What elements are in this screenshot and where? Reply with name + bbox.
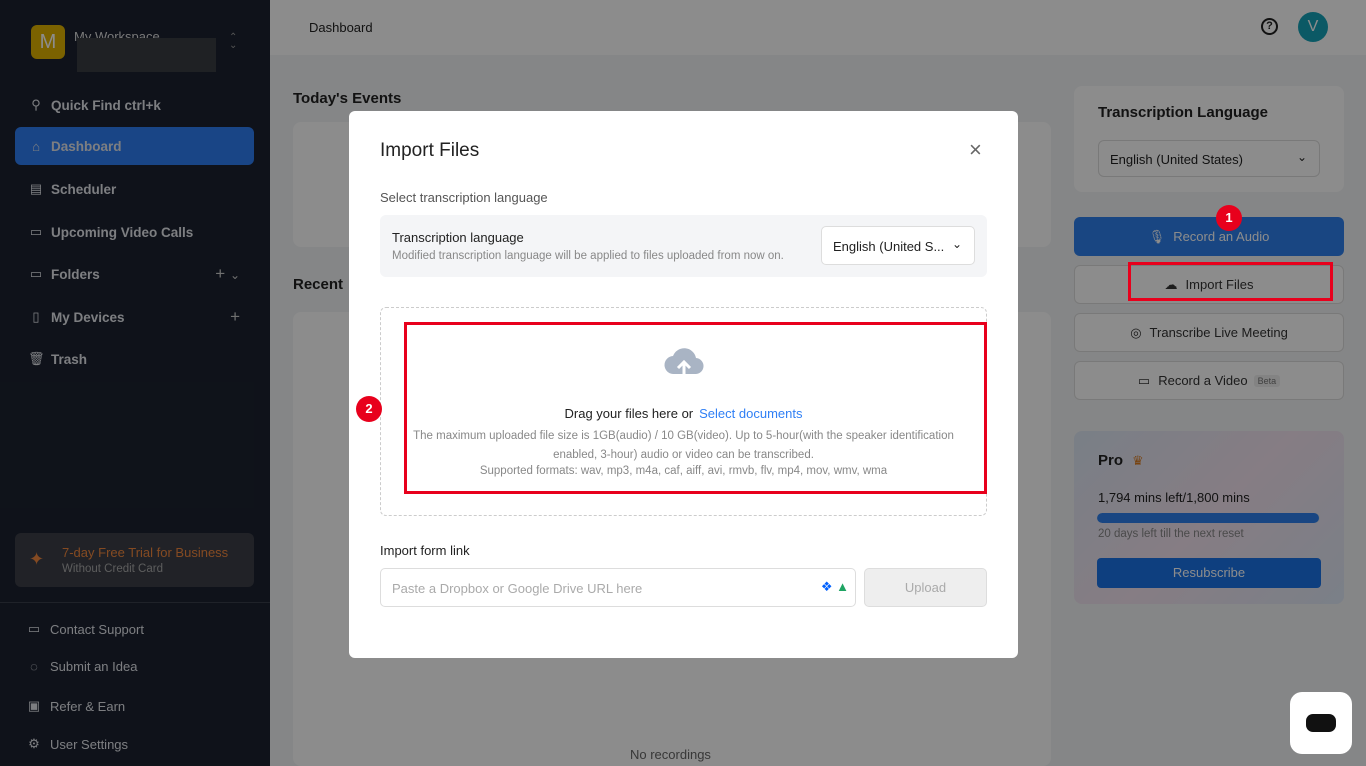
url-placeholder: Paste a Dropbox or Google Drive URL here	[392, 581, 643, 596]
annotation-badge-2: 2	[356, 396, 382, 422]
language-value: English (United S...	[833, 239, 945, 254]
modal-title: Import Files	[380, 140, 480, 161]
annotation-badge-1: 1	[1216, 205, 1242, 231]
chat-icon	[1306, 714, 1336, 732]
highlight-import-files	[1128, 262, 1333, 301]
dropbox-icon[interactable]: ❖	[821, 579, 833, 594]
chevron-down-icon: ⌄	[947, 237, 962, 251]
close-icon[interactable]: ×	[969, 137, 982, 163]
google-drive-icon[interactable]: ▲	[836, 579, 849, 594]
modal-language-select[interactable]: English (United S... ⌄	[821, 226, 975, 265]
language-box: Transcription language Modified transcri…	[380, 215, 987, 277]
language-label: Transcription language	[392, 230, 524, 245]
url-input[interactable]: Paste a Dropbox or Google Drive URL here…	[380, 568, 856, 607]
select-language-label: Select transcription language	[380, 190, 548, 205]
chat-button[interactable]	[1290, 692, 1352, 754]
language-note: Modified transcription language will be …	[392, 250, 784, 262]
highlight-drop-zone	[404, 322, 987, 494]
import-link-label: Import form link	[380, 543, 470, 558]
upload-button[interactable]: Upload	[864, 568, 987, 607]
